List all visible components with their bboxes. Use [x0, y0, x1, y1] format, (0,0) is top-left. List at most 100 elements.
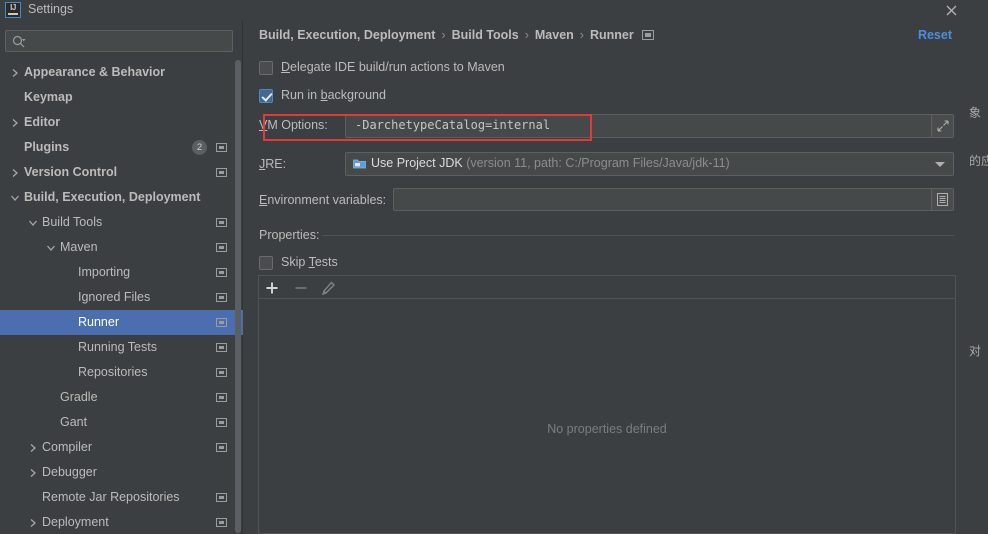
- settings-module-icon: [641, 29, 654, 40]
- sidebar-item-appearance-behavior[interactable]: Appearance & Behavior: [0, 60, 243, 85]
- settings-module-icon: [216, 493, 227, 502]
- sidebar-item-running-tests[interactable]: Running Tests: [0, 335, 243, 360]
- sidebar-item-label: Editor: [24, 115, 61, 129]
- settings-content-panel: Build, Execution, Deployment › Build Tools…: [244, 20, 966, 534]
- search-icon: [12, 35, 26, 52]
- chevron-right-icon[interactable]: [8, 160, 22, 185]
- settings-module-icon: [216, 443, 227, 452]
- breadcrumb-separator: ›: [441, 28, 446, 42]
- sidebar-item-gant[interactable]: Gant: [0, 410, 243, 435]
- sidebar-item-label: Version Control: [24, 165, 118, 179]
- sidebar-item-editor[interactable]: Editor: [0, 110, 243, 135]
- jre-label: JRE:: [259, 157, 287, 171]
- sidebar-item-label: Remote Jar Repositories: [42, 490, 180, 504]
- background-text-fragment-1: 象: [969, 106, 982, 120]
- properties-table[interactable]: No properties defined: [258, 299, 956, 534]
- properties-section-title: Properties:: [259, 228, 320, 242]
- chevron-down-icon[interactable]: [8, 185, 22, 210]
- sidebar-item-maven[interactable]: Maven: [0, 235, 243, 260]
- plus-icon[interactable]: [262, 278, 282, 298]
- settings-module-icon: [216, 318, 227, 327]
- properties-section-divider: [322, 235, 954, 236]
- chevron-right-icon[interactable]: [8, 110, 22, 135]
- sidebar-item-runner[interactable]: Runner: [0, 310, 243, 335]
- breadcrumb-crumb-1[interactable]: Build, Execution, Deployment: [259, 28, 435, 42]
- chevron-right-icon[interactable]: [26, 435, 40, 460]
- sidebar-item-label: Build Tools: [42, 215, 103, 229]
- vm-options-input[interactable]: -DarchetypeCatalog=internal: [345, 114, 954, 138]
- chevron-right-icon[interactable]: [26, 460, 40, 485]
- sidebar-item-label: Importing: [78, 265, 131, 279]
- sidebar-item-label: Debugger: [42, 465, 97, 479]
- reset-link[interactable]: Reset: [918, 28, 952, 42]
- sidebar-item-build-execution-deployment[interactable]: Build, Execution, Deployment: [0, 185, 243, 210]
- title-bar: IJ Settings: [0, 0, 966, 20]
- settings-module-icon: [216, 168, 227, 177]
- sidebar-item-plugins[interactable]: Plugins 2: [0, 135, 243, 160]
- sidebar-item-label: Runner: [78, 315, 119, 329]
- chevron-down-icon[interactable]: [44, 235, 58, 260]
- sidebar-item-repositories[interactable]: Repositories: [0, 360, 243, 385]
- jdk-folder-icon: [353, 158, 366, 169]
- chevron-right-icon[interactable]: [26, 510, 40, 534]
- sidebar-item-label: Plugins: [24, 140, 70, 154]
- sidebar-item-gradle[interactable]: Gradle: [0, 385, 243, 410]
- sidebar-item-importing[interactable]: Importing: [0, 260, 243, 285]
- vm-options-value: -DarchetypeCatalog=internal: [355, 118, 551, 132]
- sidebar-item-label: Gant: [60, 415, 88, 429]
- properties-toolbar: [258, 275, 956, 299]
- background-text-fragment-2: 的应: [969, 154, 988, 168]
- window-title: Settings: [28, 2, 74, 16]
- sidebar-item-ignored-files[interactable]: Ignored Files: [0, 285, 243, 310]
- breadcrumb-separator: ›: [524, 28, 529, 42]
- close-icon[interactable]: [940, 0, 962, 20]
- settings-module-icon: [216, 243, 227, 252]
- breadcrumb-crumb-4[interactable]: Runner: [590, 28, 634, 42]
- skip-tests-label: Skip Tests: [281, 255, 338, 269]
- pencil-icon: [319, 278, 339, 298]
- sidebar-item-debugger[interactable]: Debugger: [0, 460, 243, 485]
- settings-sidebar: Appearance & Behavior Keymap Editor Plugins…: [0, 20, 243, 534]
- jre-value: Use Project JDK (version 11, path: C:/Pr…: [371, 156, 730, 170]
- skip-tests-checkbox[interactable]: [259, 256, 273, 270]
- properties-empty-message: No properties defined: [547, 422, 667, 436]
- breadcrumb: Build, Execution, Deployment › Build Tools…: [259, 28, 654, 48]
- sidebar-item-build-tools[interactable]: Build Tools: [0, 210, 243, 235]
- search-box[interactable]: [5, 30, 233, 52]
- chevron-down-icon[interactable]: [26, 210, 40, 235]
- breadcrumb-crumb-2[interactable]: Build Tools: [452, 28, 519, 42]
- background-text-fragment-3: 对: [969, 344, 982, 358]
- settings-module-icon: [216, 518, 227, 527]
- chevron-right-icon[interactable]: [8, 60, 22, 85]
- sidebar-item-label: Repositories: [78, 365, 148, 379]
- run-in-background-checkbox[interactable]: [259, 89, 273, 103]
- sidebar-item-remote-jar-repositories[interactable]: Remote Jar Repositories: [0, 485, 243, 510]
- sidebar-item-label: Deployment: [42, 515, 109, 529]
- settings-dialog: IJ Settings Appearance & Behavior Keymap E…: [0, 0, 966, 534]
- sidebar-item-label: Running Tests: [78, 340, 157, 354]
- environment-variables-browse-button[interactable]: [931, 189, 953, 210]
- settings-module-icon: [216, 268, 227, 277]
- sidebar-item-label: Appearance & Behavior: [24, 65, 166, 79]
- minus-icon: [291, 278, 311, 298]
- jre-dropdown[interactable]: Use Project JDK (version 11, path: C:/Pr…: [345, 152, 954, 176]
- environment-variables-input[interactable]: [393, 188, 954, 211]
- settings-module-icon: [216, 293, 227, 302]
- sidebar-item-label: Maven: [60, 240, 98, 254]
- sidebar-item-deployment[interactable]: Deployment: [0, 510, 243, 534]
- sidebar-item-version-control[interactable]: Version Control: [0, 160, 243, 185]
- chevron-down-icon[interactable]: [935, 162, 945, 167]
- settings-module-icon: [216, 343, 227, 352]
- delegate-to-maven-checkbox[interactable]: [259, 61, 273, 75]
- sidebar-item-label: Compiler: [42, 440, 93, 454]
- sidebar-item-compiler[interactable]: Compiler: [0, 435, 243, 460]
- sidebar-item-keymap[interactable]: Keymap: [0, 85, 243, 110]
- breadcrumb-crumb-3[interactable]: Maven: [535, 28, 574, 42]
- vm-options-expand-button[interactable]: [931, 115, 953, 137]
- settings-module-icon: [216, 418, 227, 427]
- search-input[interactable]: [32, 33, 231, 51]
- vm-options-label: VM Options:: [259, 118, 328, 132]
- intellij-idea-logo-icon: IJ: [5, 2, 21, 18]
- sidebar-scrollbar[interactable]: [235, 60, 241, 533]
- background-window-strip: [966, 0, 988, 534]
